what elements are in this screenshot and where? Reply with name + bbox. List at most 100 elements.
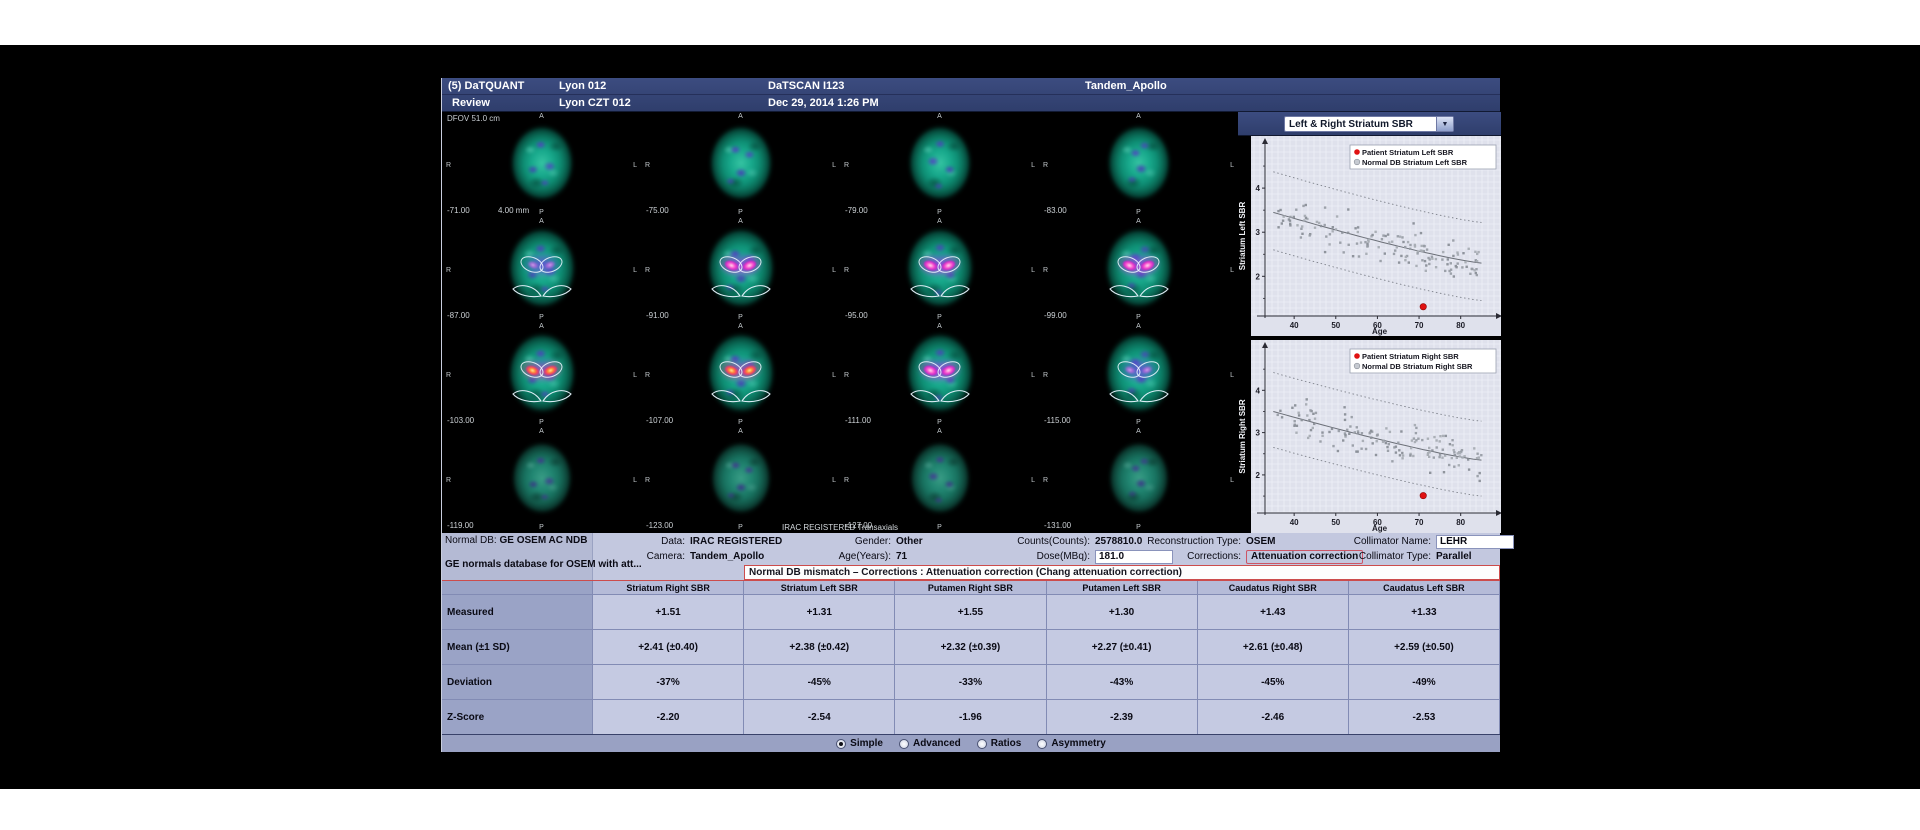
- orientation-marker-top: A: [539, 113, 544, 120]
- brain-slice-image: [706, 122, 776, 205]
- orientation-marker-bottom: P: [738, 419, 743, 426]
- radio-asymmetry[interactable]: Asymmetry: [1037, 738, 1105, 749]
- striatum-right-roi-outline: [1134, 253, 1162, 276]
- svg-text:Age: Age: [1372, 327, 1388, 336]
- chevron-down-icon[interactable]: ▼: [1436, 117, 1453, 131]
- radio-simple[interactable]: Simple: [836, 738, 883, 749]
- slice-cell[interactable]: APRL-95.00: [840, 217, 1039, 322]
- normal-db-value: GE OSEM AC NDB: [499, 535, 587, 546]
- uptake-pattern: [707, 439, 774, 518]
- orientation-marker-left: R: [645, 477, 650, 484]
- fields-row-1: Data:IRAC REGISTEREDGender:OtherCounts(C…: [593, 534, 1500, 549]
- slice-cell[interactable]: APRL-127.00: [840, 427, 1039, 532]
- slice-cell[interactable]: APRL-87.00: [442, 217, 641, 322]
- orientation-marker-bottom: P: [539, 314, 544, 321]
- uptake-pattern: [706, 122, 776, 205]
- datquant-window: (5) DaTQUANT Lyon 012 DaTSCAN I123 Tande…: [441, 78, 1500, 752]
- radio-selected-dot: [839, 742, 843, 746]
- radio-ratios[interactable]: Ratios: [977, 738, 1022, 749]
- orientation-marker-right: L: [832, 477, 836, 484]
- slice-cell[interactable]: APRL-91.00: [641, 217, 840, 322]
- slice-cell[interactable]: APRL-107.00: [641, 322, 840, 427]
- study-field: Collimator Name:LEHR: [1285, 534, 1514, 549]
- orientation-marker-top: A: [539, 323, 544, 330]
- study-info-panel: Normal DB: GE OSEM AC NDB GE normals dat…: [442, 533, 1500, 580]
- radio-icon[interactable]: [1037, 739, 1047, 749]
- table-row: Deviation-37%-45%-33%-43%-45%-49%: [442, 665, 1500, 700]
- title-bar: (5) DaTQUANT Lyon 012 DaTSCAN I123 Tande…: [442, 78, 1500, 112]
- orientation-marker-top: A: [738, 218, 743, 225]
- radio-icon[interactable]: [836, 739, 846, 749]
- slice-cell[interactable]: APRL-83.00: [1039, 112, 1238, 217]
- slice-position-label: -99.00: [1044, 311, 1067, 320]
- slice-cell[interactable]: APRL-79.00: [840, 112, 1039, 217]
- svg-text:80: 80: [1456, 518, 1465, 527]
- table-value-cell: +2.41 (±0.40): [593, 630, 744, 665]
- brain-slice-image: [507, 122, 577, 205]
- field-value: OSEM: [1246, 536, 1275, 547]
- field-label: Data:: [593, 536, 685, 547]
- striatum-right-roi-outline: [1134, 358, 1162, 381]
- results-table: Striatum Right SBRStriatum Left SBRPutam…: [442, 580, 1500, 734]
- sbr-view-dropdown[interactable]: Left & Right Striatum SBR ▼: [1284, 116, 1454, 132]
- slice-cell[interactable]: APRL-75.00: [641, 112, 840, 217]
- mode-label: Review: [452, 97, 490, 109]
- patient-name: Lyon 012: [559, 80, 606, 92]
- viewer-footer-label: IRAC REGISTERED Transaxials: [442, 523, 1238, 532]
- table-value-cell: +2.38 (±0.42): [744, 630, 895, 665]
- brain-slice-image: [906, 439, 973, 518]
- svg-text:4: 4: [1256, 184, 1261, 193]
- table-value-cell: -45%: [744, 665, 895, 700]
- slice-cell[interactable]: APRL-119.00: [442, 427, 641, 532]
- orientation-marker-bottom: P: [1136, 209, 1141, 216]
- orientation-marker-top: A: [1136, 323, 1141, 330]
- orientation-marker-bottom: P: [539, 419, 544, 426]
- svg-text:2: 2: [1256, 272, 1261, 281]
- field-label: Corrections:: [1093, 551, 1241, 562]
- svg-text:50: 50: [1331, 518, 1340, 527]
- radio-icon[interactable]: [899, 739, 909, 749]
- field-input[interactable]: LEHR: [1436, 535, 1514, 549]
- svg-text:Patient Striatum Left SBR: Patient Striatum Left SBR: [1362, 148, 1454, 157]
- orientation-marker-top: A: [539, 218, 544, 225]
- reference-roi-outline: [709, 387, 773, 407]
- table-value-cell: -2.20: [593, 700, 744, 735]
- table-value-cell: +1.51: [593, 595, 744, 630]
- orientation-marker-top: A: [539, 428, 544, 435]
- table-value-cell: +2.27 (±0.41): [1047, 630, 1198, 665]
- table-value-cell: -2.53: [1349, 700, 1500, 735]
- svg-text:2: 2: [1256, 471, 1261, 480]
- orientation-marker-bottom: P: [539, 209, 544, 216]
- title-bar-row-2: Review Lyon CZT 012 Dec 29, 2014 1:26 PM: [442, 95, 1500, 112]
- slice-cell[interactable]: APRL-111.00: [840, 322, 1039, 427]
- slice-cell[interactable]: APRL-131.00: [1039, 427, 1238, 532]
- table-row: Z-Score-2.20-2.54-1.96-2.39-2.46-2.53: [442, 700, 1500, 735]
- orientation-marker-top: A: [937, 113, 942, 120]
- orientation-marker-top: A: [738, 428, 743, 435]
- orientation-marker-top: A: [738, 323, 743, 330]
- slice-cell[interactable]: APRL-115.00: [1039, 322, 1238, 427]
- svg-text:3: 3: [1256, 429, 1261, 438]
- svg-text:Normal DB Striatum Left SBR: Normal DB Striatum Left SBR: [1362, 158, 1468, 167]
- slice-cell[interactable]: APRL-103.00: [442, 322, 641, 427]
- study-field: Reconstruction Type: OSEM: [1093, 534, 1275, 549]
- slice-cell[interactable]: APRL-71.004.00 mm: [442, 112, 641, 217]
- orientation-marker-right: L: [832, 162, 836, 169]
- row-label: Measured: [442, 595, 593, 630]
- column-header: Striatum Left SBR: [744, 581, 895, 595]
- striatum-right-roi-outline: [537, 358, 565, 381]
- radio-icon[interactable]: [977, 739, 987, 749]
- field-value: 71: [896, 551, 907, 562]
- orientation-marker-top: A: [937, 218, 942, 225]
- slice-cell[interactable]: APRL-99.00: [1039, 217, 1238, 322]
- table-value-cell: -45%: [1198, 665, 1349, 700]
- slice-cell[interactable]: APRL-123.00: [641, 427, 840, 532]
- radio-advanced[interactable]: Advanced: [899, 738, 961, 749]
- table-value-cell: +1.33: [1349, 595, 1500, 630]
- radio-label: Advanced: [913, 738, 961, 749]
- table-value-cell: -1.96: [895, 700, 1046, 735]
- svg-text:70: 70: [1415, 321, 1424, 330]
- slice-position-label: -71.00: [447, 206, 470, 215]
- field-label: Reconstruction Type:: [1093, 536, 1241, 547]
- study-field: Collimator Type:Parallel: [1285, 549, 1472, 564]
